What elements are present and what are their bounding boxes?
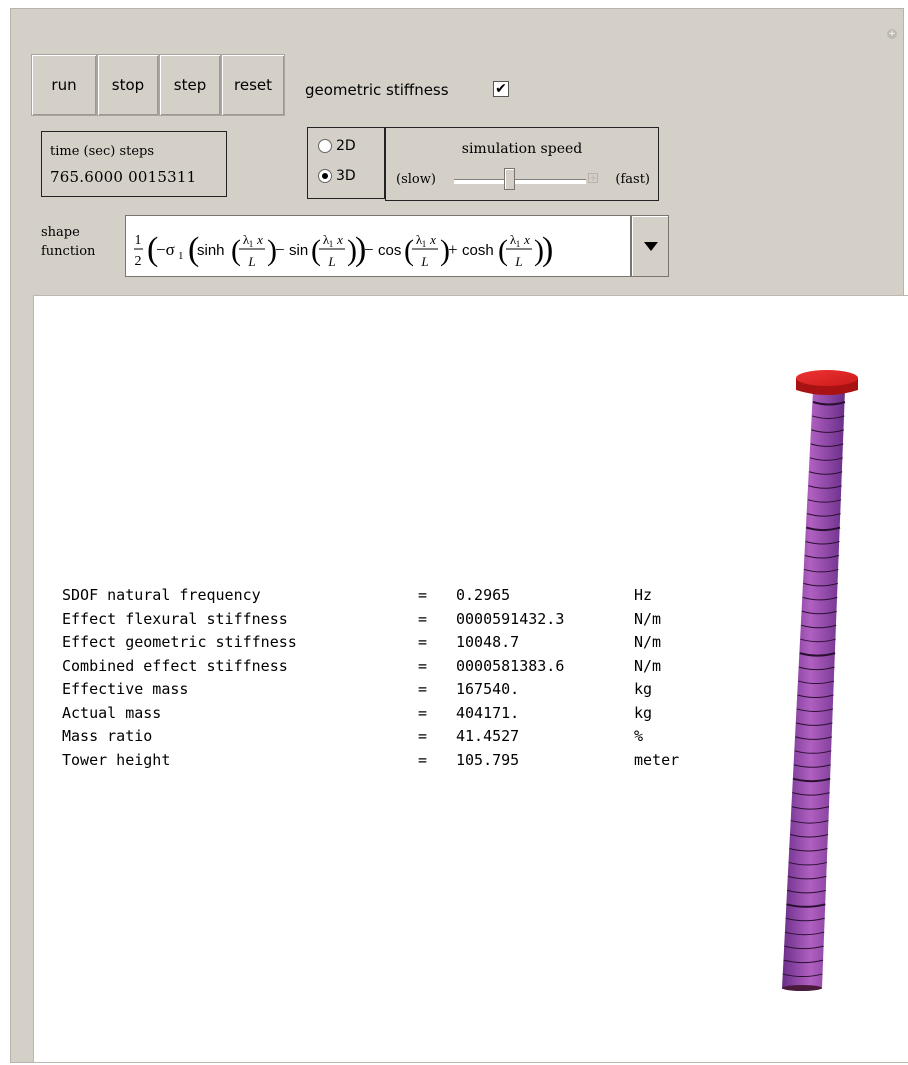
minus-sign: − [275, 240, 285, 259]
result-equals: = [418, 586, 428, 604]
result-equals: = [418, 609, 428, 628]
result-unit: Hz [634, 586, 653, 604]
simulation-speed-control: simulation speed (slow) + (fast) [385, 127, 659, 201]
geometric-stiffness-checkbox[interactable]: ✔ [493, 81, 509, 97]
speed-slow-label: (slow) [396, 172, 436, 187]
cosh-fn: cosh [462, 242, 494, 259]
chevron-down-icon [644, 242, 658, 251]
result-unit: N/m [634, 609, 662, 628]
result-unit: kg [634, 703, 653, 722]
result-value: 0000581383.6 [456, 656, 565, 675]
time-label: time (sec) steps [50, 144, 155, 159]
open-paren: ( [404, 234, 414, 267]
sin-arg-numerator-var: x [336, 232, 343, 247]
result-equals: = [418, 703, 428, 722]
cos-fn: cos [378, 242, 401, 259]
radio-3d-button[interactable] [318, 169, 332, 183]
result-name: Tower height [62, 750, 171, 769]
control-panel: + run stop step reset geometric stiffnes… [10, 8, 908, 1063]
result-value: 404171. [456, 703, 520, 722]
speed-slider-track[interactable] [454, 179, 586, 184]
run-button[interactable]: run [31, 54, 97, 116]
half-denominator: 2 [135, 254, 142, 269]
sin-fn: sin [289, 242, 308, 259]
result-name: SDOF natural frequency [62, 586, 261, 604]
shape-function-expression: 12 (−σ 1 (sinh(λ 1 xL)− sin(λ 1 xL))− cos(λ 1 xL)+ c… [134, 231, 553, 269]
result-name: Actual mass [62, 703, 162, 722]
tower-body [782, 390, 845, 988]
geometric-stiffness-label: geometric stiffness [305, 81, 449, 99]
result-equals: = [418, 727, 428, 745]
time-display: time (sec) steps 765.6000 0015311 [41, 131, 227, 197]
sin-arg-numerator-sub: 1 [329, 239, 334, 249]
radio-2d[interactable]: 2D [318, 138, 356, 154]
radio-2d-label: 2D [336, 138, 356, 154]
speed-title: simulation speed [461, 141, 583, 157]
plus-sign: + [448, 240, 458, 259]
sinh-fn: sinh [197, 242, 225, 259]
result-unit: N/m [634, 633, 662, 651]
result-value: 167540. [456, 680, 520, 698]
result-name: Combined effect stiffness [62, 656, 288, 675]
open-paren: ( [311, 234, 321, 267]
result-unit: kg [634, 680, 653, 698]
result-name: Effect geometric stiffness [62, 633, 297, 651]
result-value: 41.4527 [456, 727, 520, 745]
sigma-subscript: 1 [178, 250, 184, 262]
time-value: 765.6000 0015311 [50, 168, 197, 186]
close-paren: ) [542, 231, 553, 268]
tower-3d-graphic [781, 370, 858, 991]
sinh-arg-numerator-var: x [256, 232, 263, 247]
cosh-arg-numerator-sub: 1 [516, 239, 521, 249]
cos-arg-numerator-sub: 1 [422, 239, 427, 249]
shape-function-label-line1: shape [41, 225, 80, 240]
speed-increment-icon[interactable]: + [588, 173, 598, 184]
speed-slider-thumb[interactable] [504, 168, 516, 190]
tower-base [782, 985, 822, 991]
sin-arg-denominator: L [327, 254, 335, 269]
result-value: 0.2965 [456, 586, 511, 604]
shape-function-label-line2: function [41, 244, 96, 259]
cosh-arg-denominator: L [514, 254, 522, 269]
radio-2d-button[interactable] [318, 139, 332, 153]
simulation-viewport: SDOF natural frequency = 0.2965 Hz Effect fl… [33, 295, 908, 1063]
speed-fast-label: (fast) [615, 172, 650, 187]
open-paren: ( [231, 234, 241, 267]
dimension-selector: 2D 3D [307, 127, 385, 199]
result-equals: = [418, 750, 428, 769]
result-value: 105.795 [456, 750, 520, 769]
panel-expand-icon[interactable]: + [887, 29, 897, 39]
sinh-arg-denominator: L [247, 254, 255, 269]
result-unit: % [634, 727, 644, 745]
sinh-arg-numerator-sub: 1 [249, 239, 254, 249]
radio-3d-label: 3D [336, 168, 356, 184]
shape-function-label: shape function [41, 223, 95, 261]
step-button[interactable]: step [159, 54, 221, 116]
result-name: Effect flexural stiffness [62, 609, 288, 628]
result-name: Mass ratio [62, 727, 153, 745]
shape-function-field[interactable]: 1 2(−σ 1(sinh(λ 1 x L) − sin(λ 1 x L)) − cos(λ 1 x L) + c… [125, 215, 631, 277]
open-paren: ( [498, 234, 508, 267]
tower-cap [796, 370, 858, 386]
cos-arg-denominator: L [420, 254, 428, 269]
cosh-arg-numerator-var: x [523, 232, 530, 247]
cos-arg-numerator-var: x [429, 232, 436, 247]
reset-button[interactable]: reset [221, 54, 285, 116]
shape-function-dropdown[interactable] [631, 215, 669, 277]
result-equals: = [418, 656, 428, 675]
result-unit: N/m [634, 656, 662, 675]
result-equals: = [418, 633, 428, 651]
sigma-term: −σ [156, 240, 175, 259]
result-value: 10048.7 [456, 633, 520, 651]
half-numerator: 1 [135, 233, 142, 248]
minus-sign: − [364, 240, 374, 259]
result-name: Effective mass [62, 680, 189, 698]
radio-3d[interactable]: 3D [318, 168, 356, 184]
result-equals: = [418, 680, 428, 698]
result-value: 0000591432.3 [456, 609, 565, 628]
stop-button[interactable]: stop [97, 54, 159, 116]
result-unit: meter [634, 750, 680, 769]
